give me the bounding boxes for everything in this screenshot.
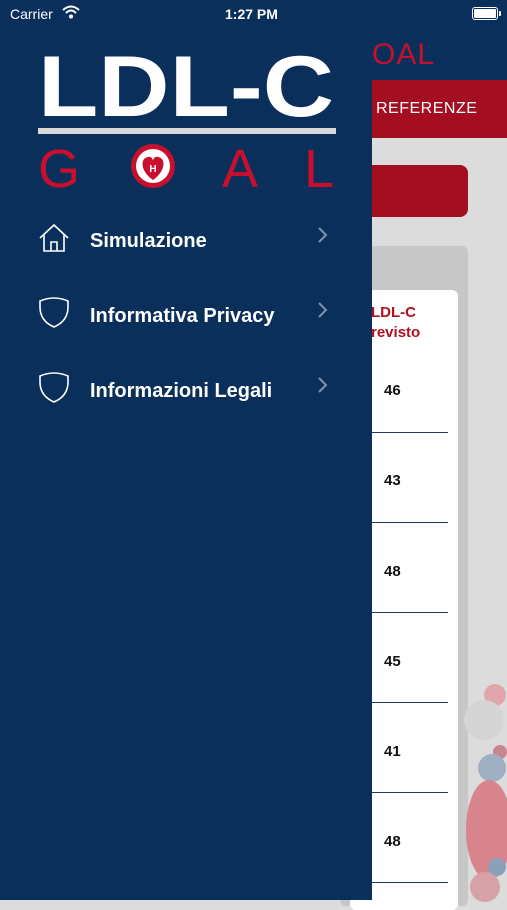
decor-bubble <box>464 700 504 740</box>
menu-item-label: Simulazione <box>90 230 207 252</box>
wifi-icon <box>62 5 80 19</box>
decor-bubble <box>470 872 500 902</box>
svg-text:LDL-C: LDL-C <box>38 52 334 124</box>
table-row-value: 45 <box>384 653 401 670</box>
row-divider <box>372 882 448 883</box>
table-row-value: 41 <box>384 743 401 760</box>
status-bar: Carrier 1:27 PM <box>0 0 507 28</box>
battery-icon <box>472 7 501 20</box>
svg-text:A L: A L <box>222 140 334 190</box>
row-divider <box>372 522 448 523</box>
home-icon <box>39 223 69 252</box>
table-row-value: 48 <box>384 833 401 850</box>
table-row-value: 48 <box>384 563 401 580</box>
logo-goal: G H A L <box>38 140 334 190</box>
logo-wordmark: LDL-C <box>38 52 334 124</box>
decor-bubble <box>478 754 506 782</box>
menu-item-label: Informativa Privacy <box>90 305 275 327</box>
svg-text:G: G <box>38 140 80 190</box>
heart-seal-icon: H <box>131 144 175 188</box>
shield-icon <box>39 372 69 403</box>
carrier-label: Carrier <box>10 6 53 22</box>
chevron-right-icon <box>318 377 328 393</box>
clock: 1:27 PM <box>225 6 278 22</box>
column-header-ldl-previsto: LDL-C revisto <box>371 304 421 341</box>
menu-item-label: Informazioni Legali <box>90 380 273 402</box>
chevron-right-icon <box>318 302 328 318</box>
menu-item-simulazione[interactable]: Simulazione <box>0 222 372 282</box>
svg-text:H: H <box>149 164 156 175</box>
navigation-drawer: LDL-C G H A L Simulazione Informativa Pr… <box>0 0 372 900</box>
menu-item-informazioni-legali[interactable]: Informazioni Legali <box>0 372 372 432</box>
tab-referenze[interactable]: REFERENZE <box>376 100 477 118</box>
app-title-fragment: OAL <box>372 38 436 71</box>
table-row-value: 43 <box>384 472 401 489</box>
row-divider <box>372 432 448 433</box>
logo-divider <box>38 128 336 134</box>
row-divider <box>372 702 448 703</box>
row-divider <box>372 792 448 793</box>
menu-item-informativa-privacy[interactable]: Informativa Privacy <box>0 297 372 357</box>
chevron-right-icon <box>318 227 328 243</box>
shield-icon <box>39 297 69 328</box>
row-divider <box>372 612 448 613</box>
table-row-value: 46 <box>384 382 401 399</box>
